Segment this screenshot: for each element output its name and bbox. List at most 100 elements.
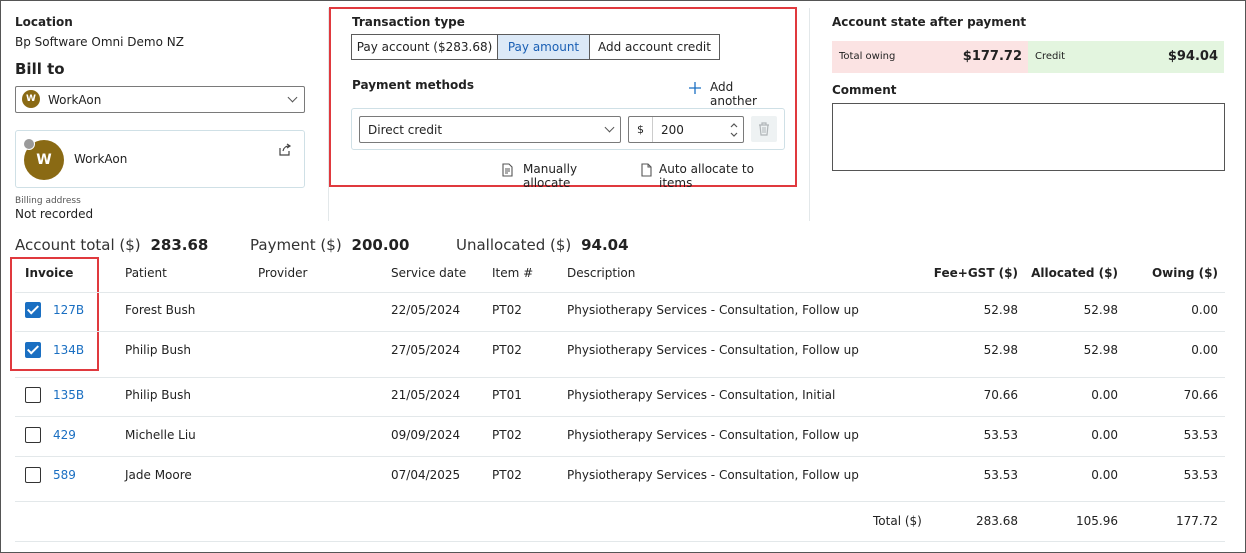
header-invoice[interactable]: Invoice [25,266,73,280]
cell-owing: 70.66 [1183,388,1218,402]
open-external-icon[interactable] [278,143,292,157]
cell-owing: 0.00 [1191,303,1218,317]
cell-patient: Jade Moore [125,468,192,482]
total-owing-label: Total owing [839,51,896,62]
header-owing[interactable]: Owing ($) [1100,266,1218,280]
cell-description: Physiotherapy Services - Consultation, F… [567,343,859,357]
header-description[interactable]: Description [567,266,635,280]
account-total-value: 283.68 [150,236,209,254]
payment-method-row: Direct credit $ 200 [351,108,785,150]
invoice-link[interactable]: 134B [53,343,84,357]
cell-description: Physiotherapy Services - Consultation, F… [567,303,859,317]
amount-value: 200 [661,123,684,137]
payment-methods-label: Payment methods [352,78,475,92]
cell-date: 09/09/2024 [391,428,461,442]
amount-field[interactable]: $ 200 [628,116,744,143]
cell-item: PT02 [492,303,522,317]
billing-address-value: Not recorded [15,207,94,221]
field-divider [652,117,653,142]
location-label: Location [15,15,73,29]
tab-add-account-credit[interactable]: Add account credit [589,34,720,60]
cell-item: PT02 [492,468,522,482]
row-checkbox[interactable] [25,342,41,358]
delete-method-button[interactable] [751,116,777,142]
stepper-icon[interactable] [729,121,739,139]
tab-pay-amount[interactable]: Pay amount [497,34,590,60]
bill-to-avatar: W [22,90,40,108]
cell-description: Physiotherapy Services - Consultation, F… [567,428,859,442]
row-checkbox[interactable] [25,302,41,318]
row-divider [15,377,1225,378]
cell-date: 22/05/2024 [391,303,461,317]
row-divider [15,292,1225,293]
payment-summary: Payment ($) 200.00 [250,236,409,254]
cell-description: Physiotherapy Services - Consultation, I… [567,388,836,402]
edit-document-icon [502,163,513,177]
credit-value: $94.04 [1167,49,1218,64]
row-divider [15,416,1225,417]
bill-to-card: W WorkAon [15,130,305,188]
unallocated-summary: Unallocated ($) 94.04 [456,236,629,254]
header-provider[interactable]: Provider [258,266,307,280]
invoice-link[interactable]: 135B [53,388,84,402]
auto-allocate-label: Auto allocate to items [659,162,754,190]
transaction-type-label: Transaction type [352,15,465,29]
cell-patient: Philip Bush [125,343,191,357]
total-owing-box: Total owing $177.72 [832,41,1028,73]
unallocated-value: 94.04 [581,236,629,254]
cell-date: 27/05/2024 [391,343,461,357]
row-divider [15,541,1225,542]
tab-pay-account[interactable]: Pay account ($283.68) [351,34,498,60]
cell-item: PT02 [492,428,522,442]
billing-address-label: Billing address [15,196,81,206]
manually-allocate-label: Manually allocate [523,162,578,190]
cell-patient: Philip Bush [125,388,191,402]
credit-box: Credit $94.04 [1028,41,1224,73]
invoice-link[interactable]: 589 [53,468,76,482]
credit-label: Credit [1035,51,1066,62]
cell-item: PT01 [492,388,522,402]
cell-item: PT02 [492,343,522,357]
add-another-button[interactable]: Add another [688,80,780,108]
row-checkbox[interactable] [25,427,41,443]
cell-owing: 53.53 [1183,468,1218,482]
currency-symbol: $ [637,123,644,136]
bill-to-card-name: WorkAon [74,152,128,166]
payment-label: Payment ($) [250,236,342,254]
chevron-down-icon [287,92,298,103]
header-patient[interactable]: Patient [125,266,167,280]
bill-to-label: Bill to [15,60,65,78]
bill-to-select[interactable]: W WorkAon [15,86,305,113]
manually-allocate-button[interactable]: Manually allocate [501,162,621,190]
trash-icon [759,122,769,136]
cell-date: 21/05/2024 [391,388,461,402]
payment-value: 200.00 [351,236,410,254]
row-checkbox[interactable] [25,467,41,483]
bill-to-selected: WorkAon [48,93,102,107]
payment-method-select[interactable]: Direct credit [359,116,621,143]
location-value: Bp Software Omni Demo NZ [15,35,184,49]
add-another-label: Add another [710,80,757,108]
auto-allocate-button[interactable]: Auto allocate to items [640,162,785,190]
row-divider [15,501,1225,502]
row-checkbox[interactable] [25,387,41,403]
cell-date: 07/04/2025 [391,468,461,482]
column-divider [809,8,810,221]
invoice-link[interactable]: 127B [53,303,84,317]
account-state-label: Account state after payment [832,15,1027,29]
header-item[interactable]: Item # [492,266,533,280]
payment-method-value: Direct credit [368,123,443,137]
account-total-label: Account total ($) [15,236,141,254]
cell-owing: 53.53 [1183,428,1218,442]
document-icon [641,163,652,177]
unallocated-label: Unallocated ($) [456,236,572,254]
plus-icon [689,82,701,94]
comment-field[interactable] [832,103,1225,171]
header-service-date[interactable]: Service date [391,266,466,280]
invoice-link[interactable]: 429 [53,428,76,442]
row-divider [15,331,1225,332]
total-owing: 177.72 [1176,514,1218,528]
account-total-summary: Account total ($) 283.68 [15,236,208,254]
cell-description: Physiotherapy Services - Consultation, F… [567,468,859,482]
comment-label: Comment [832,83,897,97]
